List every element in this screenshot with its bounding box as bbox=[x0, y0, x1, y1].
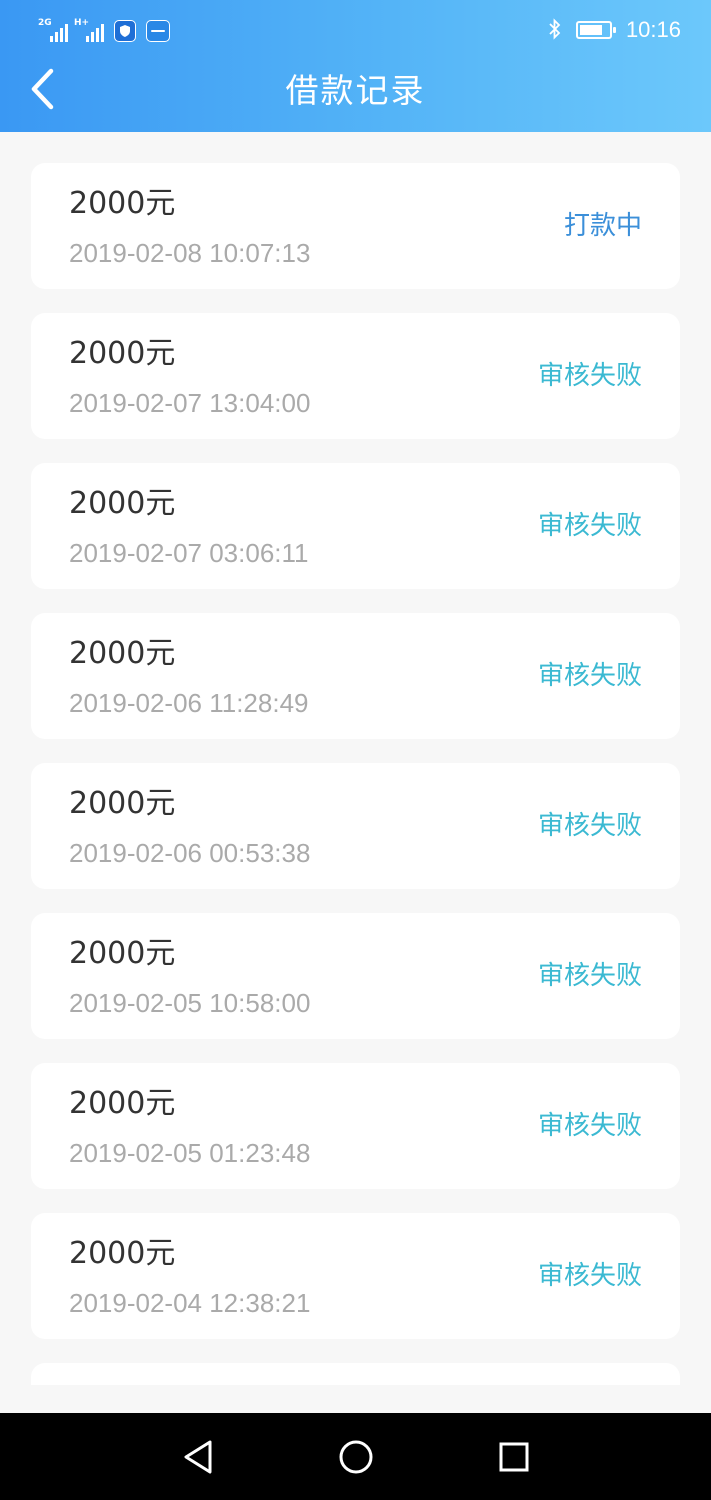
loan-record-card[interactable]: 2000元 2019-02-08 10:07:13 打款中 bbox=[31, 163, 680, 289]
record-amount: 2000元 bbox=[69, 1236, 176, 1271]
status-right: 10:16 bbox=[548, 16, 681, 44]
loan-record-card[interactable]: 2000元 2019-02-05 10:58:00 审核失败 bbox=[31, 913, 680, 1039]
status-bar: 2G H+ 10:16 bbox=[0, 0, 711, 60]
status-time: 10:16 bbox=[625, 17, 681, 42]
record-status: 打款中 bbox=[563, 211, 642, 241]
loan-record-card[interactable]: 2000元 2019-02-07 13:04:00 审核失败 bbox=[31, 313, 680, 439]
loan-record-card[interactable]: 2000元 2019-02-06 00:53:38 审核失败 bbox=[31, 763, 680, 889]
record-time: 2019-02-04 12:38:21 bbox=[69, 1288, 311, 1318]
nav-home-button[interactable] bbox=[334, 1435, 378, 1479]
record-amount: 2000元 bbox=[69, 786, 176, 821]
nav-recents-button[interactable] bbox=[492, 1435, 536, 1479]
record-time: 2019-02-06 00:53:38 bbox=[69, 838, 311, 868]
loan-record-card[interactable]: 2000元 2019-02-07 03:06:11 审核失败 bbox=[31, 463, 680, 589]
home-circle-icon bbox=[339, 1440, 373, 1474]
record-status: 审核失败 bbox=[537, 1111, 642, 1141]
record-amount: 2000元 bbox=[69, 1086, 176, 1121]
record-amount: 2000元 bbox=[69, 936, 176, 971]
back-triangle-icon bbox=[184, 1440, 212, 1474]
record-status: 审核失败 bbox=[537, 1261, 642, 1291]
network-type-label: H+ bbox=[74, 18, 90, 28]
record-time: 2019-02-08 10:07:13 bbox=[69, 238, 311, 268]
loan-record-list[interactable]: 2000元 2019-02-08 10:07:13 打款中 2000元 2019-02-… bbox=[31, 163, 680, 1385]
record-amount: 2000元 bbox=[69, 336, 176, 371]
app-icon bbox=[146, 20, 170, 42]
nav-back-button[interactable] bbox=[176, 1435, 220, 1479]
record-time: 2019-02-07 13:04:00 bbox=[69, 388, 311, 418]
status-left: 2G H+ bbox=[38, 16, 170, 42]
record-time: 2019-02-06 11:28:49 bbox=[69, 688, 309, 718]
record-status: 审核失败 bbox=[537, 511, 642, 541]
loan-record-card[interactable]: 2000元 2019-02-06 11:28:49 审核失败 bbox=[31, 613, 680, 739]
loan-record-card[interactable]: 2000元 2019-02-05 01:23:48 审核失败 bbox=[31, 1063, 680, 1189]
loan-record-card[interactable]: 2000元 2019-02-04 12:38:21 审核失败 bbox=[31, 1213, 680, 1339]
record-status: 审核失败 bbox=[537, 811, 642, 841]
system-nav-bar bbox=[0, 1413, 711, 1500]
battery-icon bbox=[575, 21, 616, 39]
record-time: 2019-02-05 10:58:00 bbox=[69, 988, 311, 1018]
recents-square-icon bbox=[499, 1442, 529, 1472]
loan-record-card[interactable] bbox=[31, 1363, 680, 1385]
record-time: 2019-02-05 01:23:48 bbox=[69, 1138, 311, 1168]
record-status: 审核失败 bbox=[537, 361, 642, 391]
network-type-label: 2G bbox=[38, 18, 52, 28]
record-status: 审核失败 bbox=[537, 961, 642, 991]
record-amount: 2000元 bbox=[69, 636, 176, 671]
page-title: 借款记录 bbox=[285, 71, 426, 110]
record-time: 2019-02-07 03:06:11 bbox=[69, 538, 309, 568]
bluetooth-icon bbox=[548, 17, 562, 43]
signal-icon: 2G bbox=[38, 18, 68, 42]
record-status: 审核失败 bbox=[537, 661, 642, 691]
app-header: 2G H+ 10:16 借款记录 bbox=[0, 0, 711, 132]
shield-app-icon bbox=[114, 20, 136, 42]
record-amount: 2000元 bbox=[69, 186, 176, 221]
record-amount: 2000元 bbox=[69, 486, 176, 521]
signal-icon: H+ bbox=[74, 18, 104, 42]
